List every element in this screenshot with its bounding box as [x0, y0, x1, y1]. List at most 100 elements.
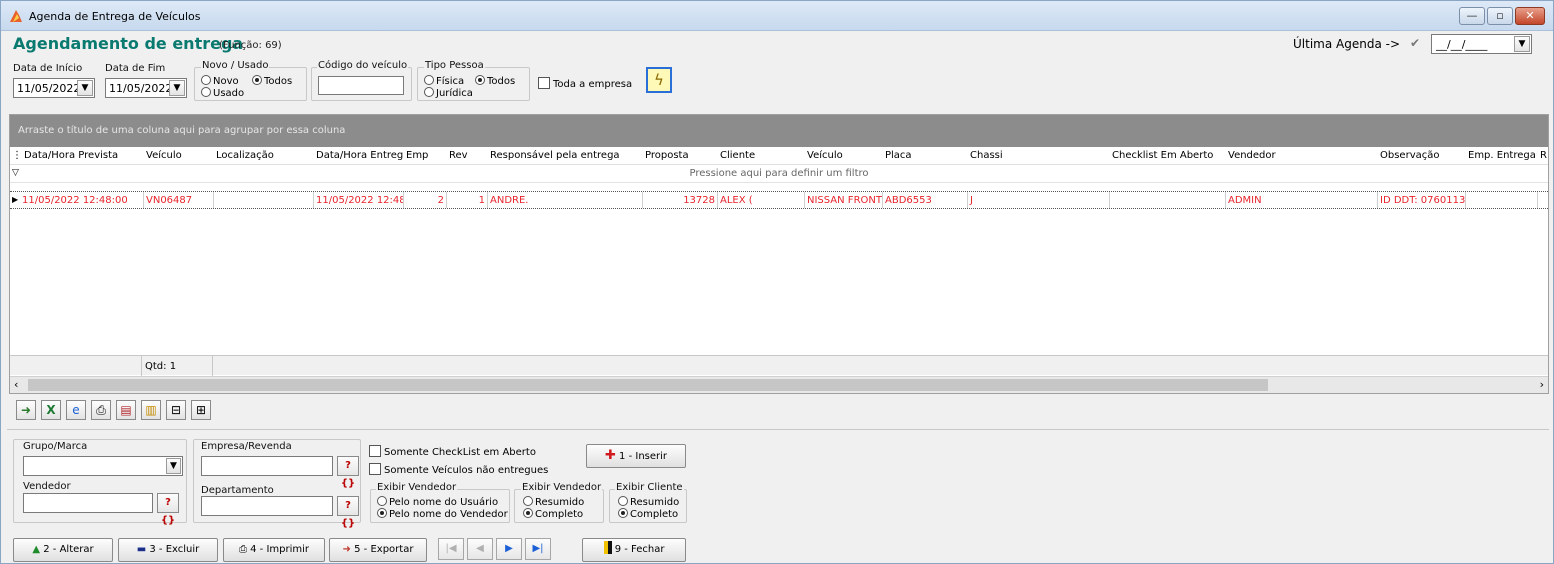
cell-delivery-datetime[interactable]: 11/05/2022 12:48: [314, 192, 404, 208]
show-seller-label: Exibir Vendedor: [376, 482, 458, 493]
only-checklist-checkbox[interactable]: Somente CheckList em Aberto: [369, 445, 536, 458]
col-header[interactable]: Veículo: [146, 150, 214, 161]
col-header[interactable]: Checklist Em Aberto: [1112, 150, 1224, 161]
end-date-field[interactable]: 11/05/2022 ▼: [105, 78, 187, 98]
close-button[interactable]: 9 - Fechar: [582, 538, 686, 562]
printer-icon[interactable]: ⎙: [91, 400, 111, 420]
col-header[interactable]: Proposta: [645, 150, 715, 161]
table-row[interactable]: ▶ 11/05/2022 12:48:00 VN06487 11/05/2022…: [10, 191, 1548, 209]
window-title: Agenda de Entrega de Veículos: [29, 10, 201, 23]
radio-used[interactable]: Usado: [201, 87, 244, 99]
column-chooser-icon[interactable]: ⋮: [12, 150, 22, 161]
seller-label: Vendedor: [23, 481, 71, 492]
filter-row[interactable]: ▽ Pressione aqui para definir um filtro: [10, 165, 1548, 183]
print-button[interactable]: ⎙ 4 - Imprimir: [223, 538, 325, 562]
col-header[interactable]: Cliente: [720, 150, 805, 161]
col-header[interactable]: Vendedor: [1228, 150, 1378, 161]
chevron-down-icon[interactable]: ▼: [169, 80, 185, 96]
edit-button[interactable]: ▲ 2 - Alterar: [13, 538, 113, 562]
cell-checklist[interactable]: [1110, 192, 1226, 208]
cell-chassis[interactable]: J: [968, 192, 1110, 208]
radio-physical[interactable]: Física: [424, 75, 464, 87]
cell-plate[interactable]: ABD6553: [883, 192, 968, 208]
col-header[interactable]: R: [1540, 150, 1548, 161]
delete-button[interactable]: ▬ 3 - Excluir: [118, 538, 218, 562]
radio-legal[interactable]: Jurídica: [424, 87, 473, 99]
company-input[interactable]: [201, 456, 333, 476]
cell-observation[interactable]: ID DDT: 0760113:: [1378, 192, 1466, 208]
horizontal-scrollbar[interactable]: ‹ ›: [10, 376, 1548, 393]
document-icon[interactable]: ▥: [141, 400, 161, 420]
scroll-right-icon[interactable]: ›: [1540, 378, 1544, 391]
pdf-icon[interactable]: ▤: [116, 400, 136, 420]
chevron-down-icon[interactable]: ▼: [1514, 36, 1530, 52]
cell-emp[interactable]: 2: [404, 192, 447, 208]
last-agenda-date[interactable]: __/__/____ ▼: [1431, 34, 1532, 54]
maximize-button[interactable]: ▫: [1487, 7, 1513, 25]
seller-input[interactable]: [23, 493, 153, 513]
excel-icon[interactable]: X: [41, 400, 61, 420]
cell-seller[interactable]: ADMIN: [1226, 192, 1378, 208]
tree-icon[interactable]: ⊞: [191, 400, 211, 420]
company-lookup-button[interactable]: ?{}: [337, 456, 359, 489]
cell-vehicle[interactable]: NISSAN FRONT: [805, 192, 883, 208]
col-header[interactable]: Data/Hora Prevista: [24, 150, 146, 161]
radio-client-summary[interactable]: Resumido: [618, 496, 679, 508]
scroll-left-icon[interactable]: ‹: [14, 378, 18, 391]
col-header[interactable]: Chassi: [970, 150, 1105, 161]
cell-r[interactable]: [1538, 192, 1548, 208]
col-header[interactable]: Observação: [1380, 150, 1464, 161]
browser-icon[interactable]: e: [66, 400, 86, 420]
whole-company-checkbox[interactable]: Toda a empresa: [538, 77, 632, 90]
col-header[interactable]: Emp. Entrega: [1468, 150, 1536, 161]
radio-seller-summary[interactable]: Resumido: [523, 496, 584, 508]
radio-person-all[interactable]: Todos: [475, 75, 515, 87]
previous-record-button[interactable]: ◀: [467, 538, 493, 560]
radio-client-complete[interactable]: Completo: [618, 508, 678, 520]
insert-button[interactable]: ✚ 1 - Inserir: [586, 444, 686, 468]
col-header[interactable]: Emp: [406, 150, 446, 161]
cell-proposal[interactable]: 13728: [643, 192, 718, 208]
radio-all[interactable]: Todos: [252, 75, 292, 87]
last-record-button[interactable]: ▶|: [525, 538, 551, 560]
col-header[interactable]: Veículo: [807, 150, 882, 161]
first-record-button[interactable]: |◀: [438, 538, 464, 560]
cell-responsible[interactable]: ANDRE.: [488, 192, 643, 208]
close-window-button[interactable]: ✕: [1515, 7, 1545, 25]
vehicle-code-input[interactable]: [318, 76, 404, 95]
minimize-button[interactable]: —: [1459, 7, 1485, 25]
close-button-label: 9 - Fechar: [614, 544, 665, 555]
col-header[interactable]: Placa: [885, 150, 965, 161]
radio-seller-name[interactable]: Pelo nome do Vendedor: [377, 508, 508, 520]
scrollbar-thumb[interactable]: [28, 379, 1268, 391]
radio-user-name[interactable]: Pelo nome do Usuário: [377, 496, 498, 508]
export-button[interactable]: ➜ 5 - Exportar: [329, 538, 427, 562]
cell-rev[interactable]: 1: [447, 192, 488, 208]
radio-new[interactable]: Novo: [201, 75, 239, 87]
cell-expected-datetime[interactable]: 11/05/2022 12:48:00: [20, 192, 144, 208]
cell-client[interactable]: ALEX (: [718, 192, 805, 208]
group-by-panel[interactable]: Arraste o título de uma coluna aqui para…: [10, 115, 1548, 147]
export-grid-icon[interactable]: ➜: [16, 400, 36, 420]
only-not-delivered-checkbox[interactable]: Somente Veículos não entregues: [369, 463, 548, 476]
collapse-icon[interactable]: ⊟: [166, 400, 186, 420]
department-input[interactable]: [201, 496, 333, 516]
cell-delivery-company[interactable]: [1466, 192, 1538, 208]
col-header[interactable]: Rev: [449, 150, 487, 161]
start-date-field[interactable]: 11/05/2022 ▼: [13, 78, 95, 98]
cell-location[interactable]: [214, 192, 314, 208]
brand-group-select[interactable]: ▼: [23, 456, 183, 476]
col-header[interactable]: Data/Hora Entreg: [316, 150, 404, 161]
col-header[interactable]: Responsável pela entrega: [490, 150, 640, 161]
cell-vehicle-code[interactable]: VN06487: [144, 192, 214, 208]
col-header[interactable]: Localização: [216, 150, 314, 161]
radio-seller-complete[interactable]: Completo: [523, 508, 583, 520]
department-lookup-button[interactable]: ?{}: [337, 496, 359, 529]
next-record-button[interactable]: ▶: [496, 538, 522, 560]
export-icon: ➜: [342, 544, 351, 555]
seller-lookup-button[interactable]: ?{}: [157, 493, 179, 526]
delivery-grid: Arraste o título de uma coluna aqui para…: [9, 114, 1549, 394]
chevron-down-icon[interactable]: ▼: [77, 80, 93, 96]
lightning-search-button[interactable]: ϟ: [646, 67, 672, 93]
chevron-down-icon[interactable]: ▼: [166, 458, 181, 474]
